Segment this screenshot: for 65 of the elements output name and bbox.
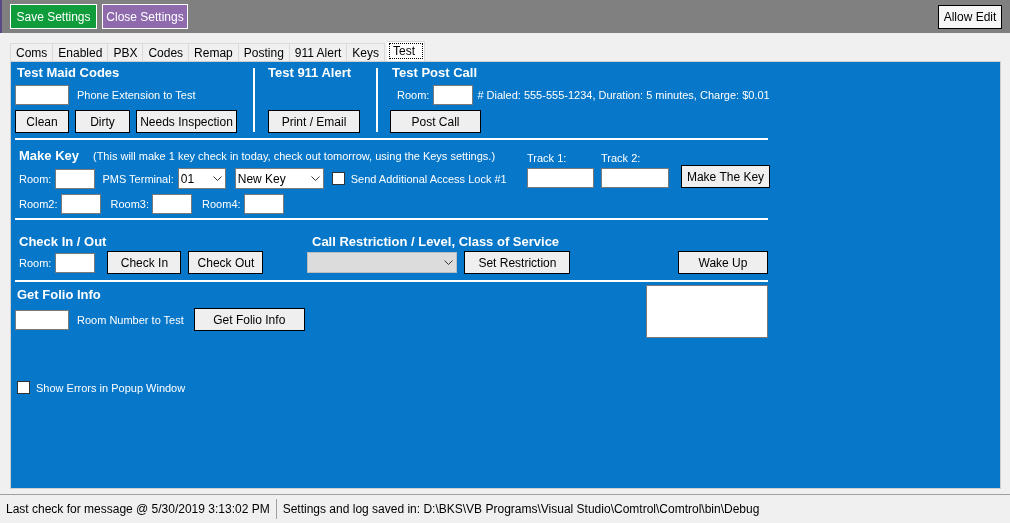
field-label: Room Number to Test — [77, 313, 184, 326]
maid-code-button[interactable]: Clean — [15, 110, 69, 133]
check-out-button[interactable]: Check Out — [188, 251, 264, 274]
check-in-button[interactable]: Check In — [107, 251, 182, 274]
checkbox[interactable] — [331, 172, 345, 185]
room-number-field[interactable] — [15, 309, 69, 330]
tab[interactable]: Coms — [10, 43, 54, 61]
field-label: Room4: — [202, 198, 241, 210]
field-label: PMS Terminal: — [102, 172, 174, 185]
make-key-button[interactable]: Make The Key — [681, 165, 770, 188]
terminal-dropdown[interactable]: 01 — [177, 168, 226, 189]
field-label: Room3: — [110, 198, 150, 210]
maid-code-button[interactable]: Dirty — [75, 110, 130, 133]
call-details: # Dialed: 555-555-1234, Duration: 5 minutes, Charge: $0.01 — [477, 89, 770, 101]
room-field[interactable] — [152, 194, 193, 214]
output-box[interactable] — [646, 285, 768, 338]
chevron-icon — [444, 260, 454, 265]
checkbox-label: Show Errors in Popup Window — [36, 381, 186, 394]
chevron-icon — [212, 176, 222, 181]
tab[interactable]: Keys — [347, 43, 385, 61]
tab[interactable]: Enabled — [53, 43, 109, 61]
status-text: Last check for message @ 5/30/2019 3:13:02 PM — [6, 502, 271, 516]
field-label: Room: — [19, 172, 52, 185]
tab[interactable]: Codes — [143, 43, 190, 61]
section-title: Test Post Call — [392, 65, 478, 80]
section-title: Get Folio Info — [17, 287, 102, 302]
tab[interactable]: Posting — [238, 43, 290, 61]
close-button[interactable]: Close Settings — [102, 4, 188, 29]
section-title: Check In / Out — [19, 234, 108, 249]
tab[interactable]: Test — [387, 41, 425, 61]
wake-up-button[interactable]: Wake Up — [678, 251, 768, 274]
print-email-button[interactable]: Print / Email — [268, 110, 360, 133]
room-field[interactable] — [60, 194, 101, 214]
status-text: Settings and log saved in: D:\BKS\VB Programs\Visual Studio\Comtrol\Comtrol\bin\Debug — [282, 502, 761, 516]
key-type-dropdown[interactable]: New Key — [234, 168, 324, 189]
extension-field[interactable] — [15, 85, 69, 105]
section-title: Test 911 Alert — [268, 65, 353, 80]
tab[interactable]: Remap — [189, 43, 239, 61]
save-button[interactable]: Save Settings — [10, 4, 97, 29]
field-label: Room2: — [19, 198, 58, 210]
get-folio-button[interactable]: Get Folio Info — [193, 308, 305, 331]
section-title: Make Key — [19, 148, 79, 163]
note-text: (This will make 1 key check in today, check out tomorrow, using the Keys settings.) — [93, 149, 496, 162]
field-label: Room: — [397, 89, 430, 101]
checkbox[interactable] — [17, 381, 30, 394]
set-restriction-button[interactable]: Set Restriction — [464, 251, 571, 274]
field-label: Room: — [19, 256, 52, 269]
track-field[interactable] — [601, 168, 669, 188]
checkbox-label: Send Additional Access Lock #1 — [350, 172, 507, 185]
room-field[interactable] — [243, 194, 284, 214]
maid-code-button[interactable]: Needs Inspection — [136, 110, 237, 133]
section-title: Test Maid Codes — [17, 65, 121, 80]
section-title: Call Restriction / Level, Class of Service — [312, 234, 560, 249]
chevron-icon — [310, 176, 320, 181]
room-field[interactable] — [55, 252, 96, 273]
track-field[interactable] — [527, 168, 594, 188]
tab[interactable]: 911 Alert — [289, 43, 348, 61]
allow-edit-button[interactable]: Allow Edit — [938, 4, 1002, 29]
room-field[interactable] — [55, 168, 96, 189]
post-call-button[interactable]: Post Call — [390, 110, 481, 133]
field-label: Phone Extension to Test — [77, 89, 196, 101]
room-field[interactable] — [433, 85, 474, 105]
tab[interactable]: PBX — [108, 43, 144, 61]
field-label: Track 1: — [527, 152, 568, 164]
field-label: Track 2: — [601, 152, 642, 164]
